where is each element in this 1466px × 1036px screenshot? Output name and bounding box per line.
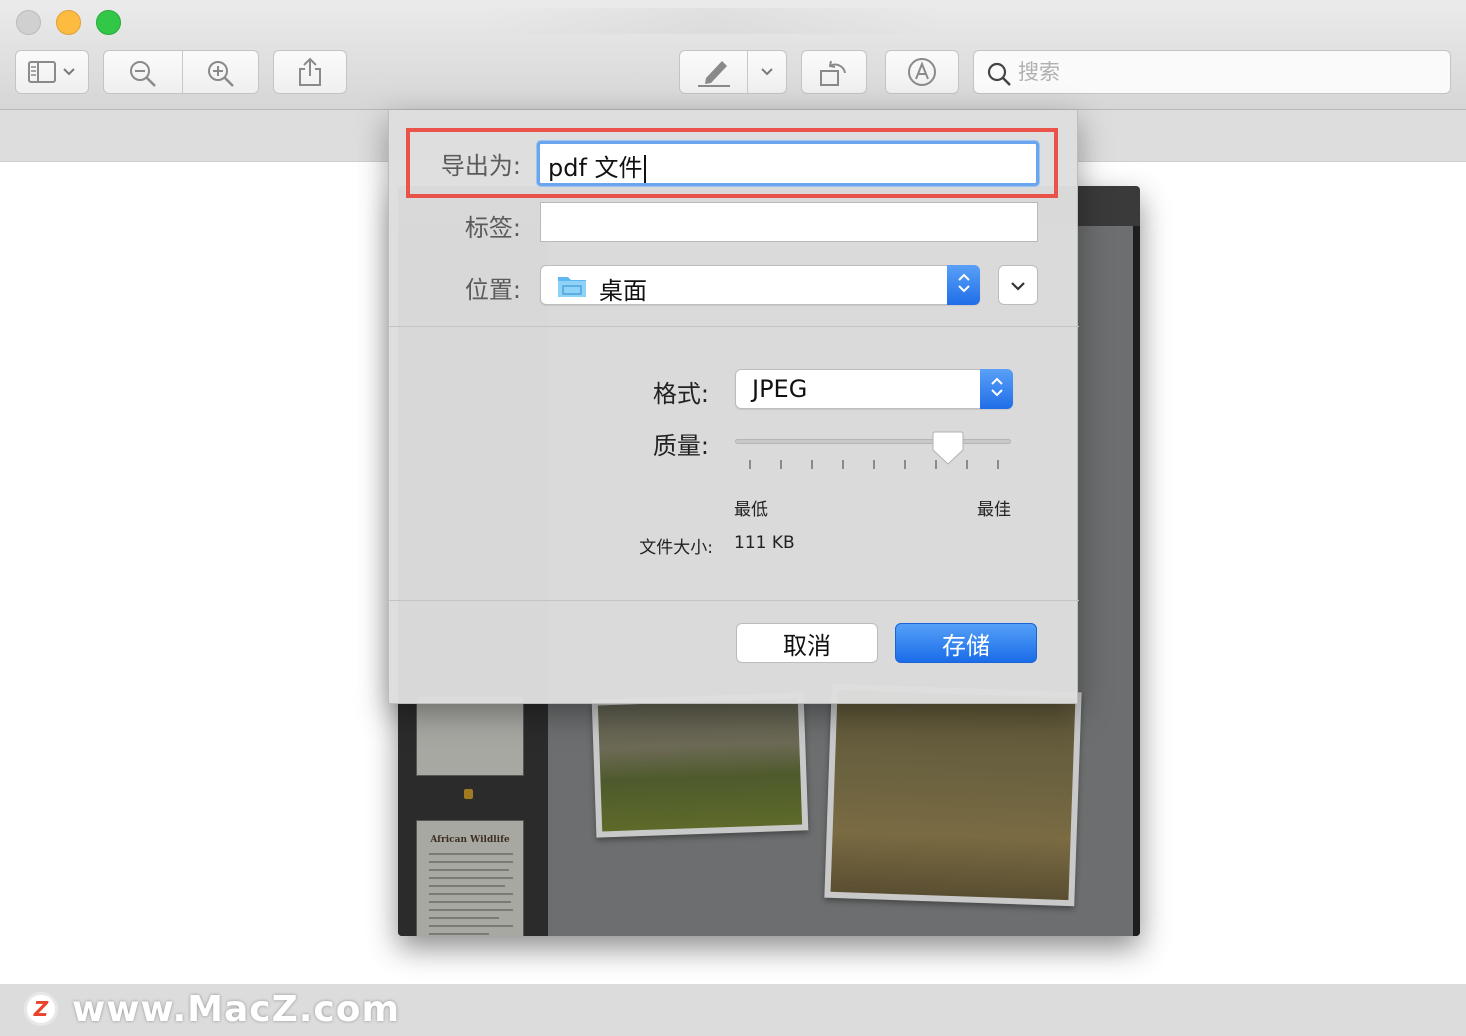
thumbnail-title: African Wildlife	[430, 835, 510, 845]
rotate-button[interactable]	[801, 50, 867, 94]
up-down-chevron-icon	[990, 375, 1004, 403]
share-icon	[297, 57, 323, 87]
quality-tick	[904, 460, 906, 469]
elephant-photo	[591, 692, 809, 838]
window-title	[480, 8, 950, 34]
search-input[interactable]	[1018, 57, 1438, 87]
watermark-text: www.MacZ.com	[72, 989, 400, 1030]
document-scrollbar[interactable]	[1133, 226, 1140, 936]
page-thumbnail[interactable]: African Wildlife	[416, 820, 524, 936]
zoom-window-button[interactable]	[96, 10, 121, 35]
text-caret	[643, 155, 646, 183]
quality-label: 质量:	[652, 432, 709, 460]
quality-slider-knob[interactable]	[932, 430, 964, 466]
quality-tick	[997, 460, 999, 469]
up-down-chevron-icon	[957, 271, 971, 299]
quality-tick	[749, 460, 751, 469]
format-value: JPEG	[752, 375, 808, 403]
export-as-label: 导出为:	[440, 152, 521, 180]
search-field[interactable]	[973, 50, 1451, 94]
share-button[interactable]	[273, 50, 347, 94]
tags-label: 标签:	[464, 214, 521, 242]
chevron-down-icon[interactable]	[760, 67, 774, 77]
save-button[interactable]: 存储	[895, 623, 1037, 663]
rotate-icon	[818, 57, 850, 87]
location-label: 位置:	[464, 276, 521, 304]
quality-tick	[780, 460, 782, 469]
sidebar-toggle-button[interactable]	[15, 50, 89, 94]
popup-stepper	[947, 265, 980, 305]
export-sheet: 导出为: pdf 文件 标签: 位置: 桌面 格式: JPEG 质量: 最低 最…	[388, 110, 1079, 704]
export-as-field[interactable]: pdf 文件	[537, 141, 1039, 186]
chevron-down-icon	[62, 67, 76, 77]
expand-location-button[interactable]	[998, 265, 1038, 305]
file-size-label: 文件大小:	[639, 538, 713, 558]
cancel-button[interactable]: 取消	[736, 623, 878, 663]
file-size-value: 111 KB	[734, 533, 795, 553]
location-value: 桌面	[599, 277, 647, 305]
quality-tick	[842, 460, 844, 469]
watermark-logo: Z	[24, 992, 58, 1026]
tags-field[interactable]	[540, 202, 1038, 242]
folder-icon	[557, 274, 587, 298]
format-popup[interactable]: JPEG	[735, 369, 1013, 409]
sidebar-icon	[28, 61, 58, 83]
zoom-in-icon[interactable]	[206, 59, 236, 89]
divider	[389, 600, 1079, 601]
export-as-value: pdf 文件	[548, 148, 646, 183]
watermark-logo-letter: Z	[33, 997, 49, 1021]
annotate-button[interactable]	[885, 50, 959, 94]
markup-pen-icon	[696, 58, 732, 88]
page-thumbnail[interactable]	[416, 696, 524, 776]
location-popup[interactable]: 桌面	[540, 265, 980, 305]
quality-tick	[873, 460, 875, 469]
format-label: 格式:	[652, 380, 709, 408]
popup-stepper	[980, 369, 1013, 409]
markup-pen-button[interactable]	[679, 50, 787, 94]
chevron-down-icon	[1010, 276, 1026, 295]
minimize-window-button[interactable]	[56, 10, 81, 35]
zoom-segmented-control	[103, 50, 259, 94]
quality-max-label: 最佳	[977, 500, 1011, 520]
divider	[389, 326, 1079, 327]
quality-slider-track[interactable]	[735, 439, 1011, 444]
window-titlebar	[0, 0, 1466, 110]
quality-min-label: 最低	[734, 500, 768, 520]
page-badge	[464, 789, 473, 799]
annotate-icon	[907, 57, 937, 87]
close-window-button[interactable]	[16, 10, 41, 35]
meerkat-photo	[824, 683, 1082, 907]
quality-tick	[966, 460, 968, 469]
quality-tick	[811, 460, 813, 469]
zoom-out-icon[interactable]	[128, 59, 158, 89]
